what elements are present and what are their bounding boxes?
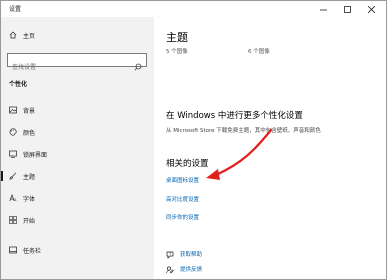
svg-text:?: ?	[169, 252, 171, 256]
section-heading: 个性化	[9, 81, 28, 88]
sidebar-item-home[interactable]: 主页	[1, 28, 154, 42]
close-icon	[367, 5, 375, 13]
sidebar-item-taskbar[interactable]: 任务栏	[1, 243, 154, 257]
store-heading: 在 Windows 中进行更多个性化设置	[166, 111, 303, 121]
page-title: 主题	[166, 31, 188, 44]
sidebar-item-label: 字体	[23, 195, 36, 203]
maximize-icon	[343, 5, 351, 13]
sidebar-item-label: 背景	[23, 107, 36, 115]
palette-icon	[9, 128, 17, 136]
image-icon	[9, 106, 17, 114]
sidebar-item-themes[interactable]: 主题	[1, 169, 154, 183]
sync-settings-link[interactable]: 同步你的设置	[166, 213, 199, 221]
svg-text:A: A	[14, 198, 17, 202]
window-title: 设置	[9, 6, 22, 13]
maximize-button[interactable]	[338, 1, 356, 17]
theme-card-label: 6 个图像	[248, 49, 270, 55]
sidebar-item-colors[interactable]: 颜色	[1, 125, 154, 139]
sidebar-item-fonts[interactable]: A 字体	[1, 191, 154, 205]
lock-screen-icon	[9, 150, 17, 158]
theme-brush-icon	[9, 172, 17, 180]
desktop-icon-settings-link[interactable]: 桌面图标设置	[166, 176, 199, 184]
search-box[interactable]	[7, 53, 147, 74]
theme-card-label: 5 个图像	[166, 49, 188, 55]
related-settings-heading: 相关的设置	[166, 159, 209, 169]
sidebar-item-label: 任务栏	[23, 247, 42, 255]
taskbar-icon	[9, 246, 17, 254]
get-help-label: 获取帮助	[180, 251, 203, 258]
start-icon	[9, 216, 17, 224]
active-indicator	[1, 171, 3, 181]
settings-window: 设置 主页 个性化 背景	[0, 0, 387, 280]
font-icon: A	[9, 194, 17, 202]
title-bar: 设置	[1, 1, 386, 17]
high-contrast-settings-link[interactable]: 高对比度设置	[166, 195, 199, 203]
minimize-button[interactable]	[314, 1, 332, 17]
feedback-icon	[166, 259, 174, 278]
sidebar-item-background[interactable]: 背景	[1, 103, 154, 117]
minimize-icon	[319, 9, 327, 10]
store-description: 从 Microsoft Store 下载免费主题，其中包含壁纸、声音和颜色	[166, 128, 321, 134]
sidebar-item-label: 开始	[23, 217, 36, 225]
main-content: 主题 5 个图像 6 个图像 在 Windows 中进行更多个性化设置 从 Mi…	[154, 17, 386, 279]
search-input[interactable]	[8, 61, 128, 74]
sidebar-item-lock-screen[interactable]: 锁屏界面	[1, 147, 154, 161]
theme-card-1[interactable]: 5 个图像	[166, 47, 188, 55]
close-button[interactable]	[362, 1, 380, 17]
home-icon	[9, 31, 17, 39]
theme-card-2[interactable]: 6 个图像	[248, 47, 270, 55]
sidebar-item-label: 主页	[23, 32, 36, 40]
sidebar: 主页 个性化 背景 颜色 锁屏界面	[1, 17, 154, 279]
give-feedback-label: 提供反馈	[180, 266, 203, 273]
sidebar-item-start[interactable]: 开始	[1, 213, 154, 227]
sidebar-item-label: 主题	[23, 173, 36, 181]
red-annotation-arrow	[206, 128, 273, 180]
search-icon[interactable]	[134, 56, 142, 75]
give-feedback-link[interactable]: 提供反馈	[166, 259, 202, 278]
sidebar-item-label: 颜色	[23, 129, 36, 137]
sidebar-item-label: 锁屏界面	[23, 151, 48, 159]
